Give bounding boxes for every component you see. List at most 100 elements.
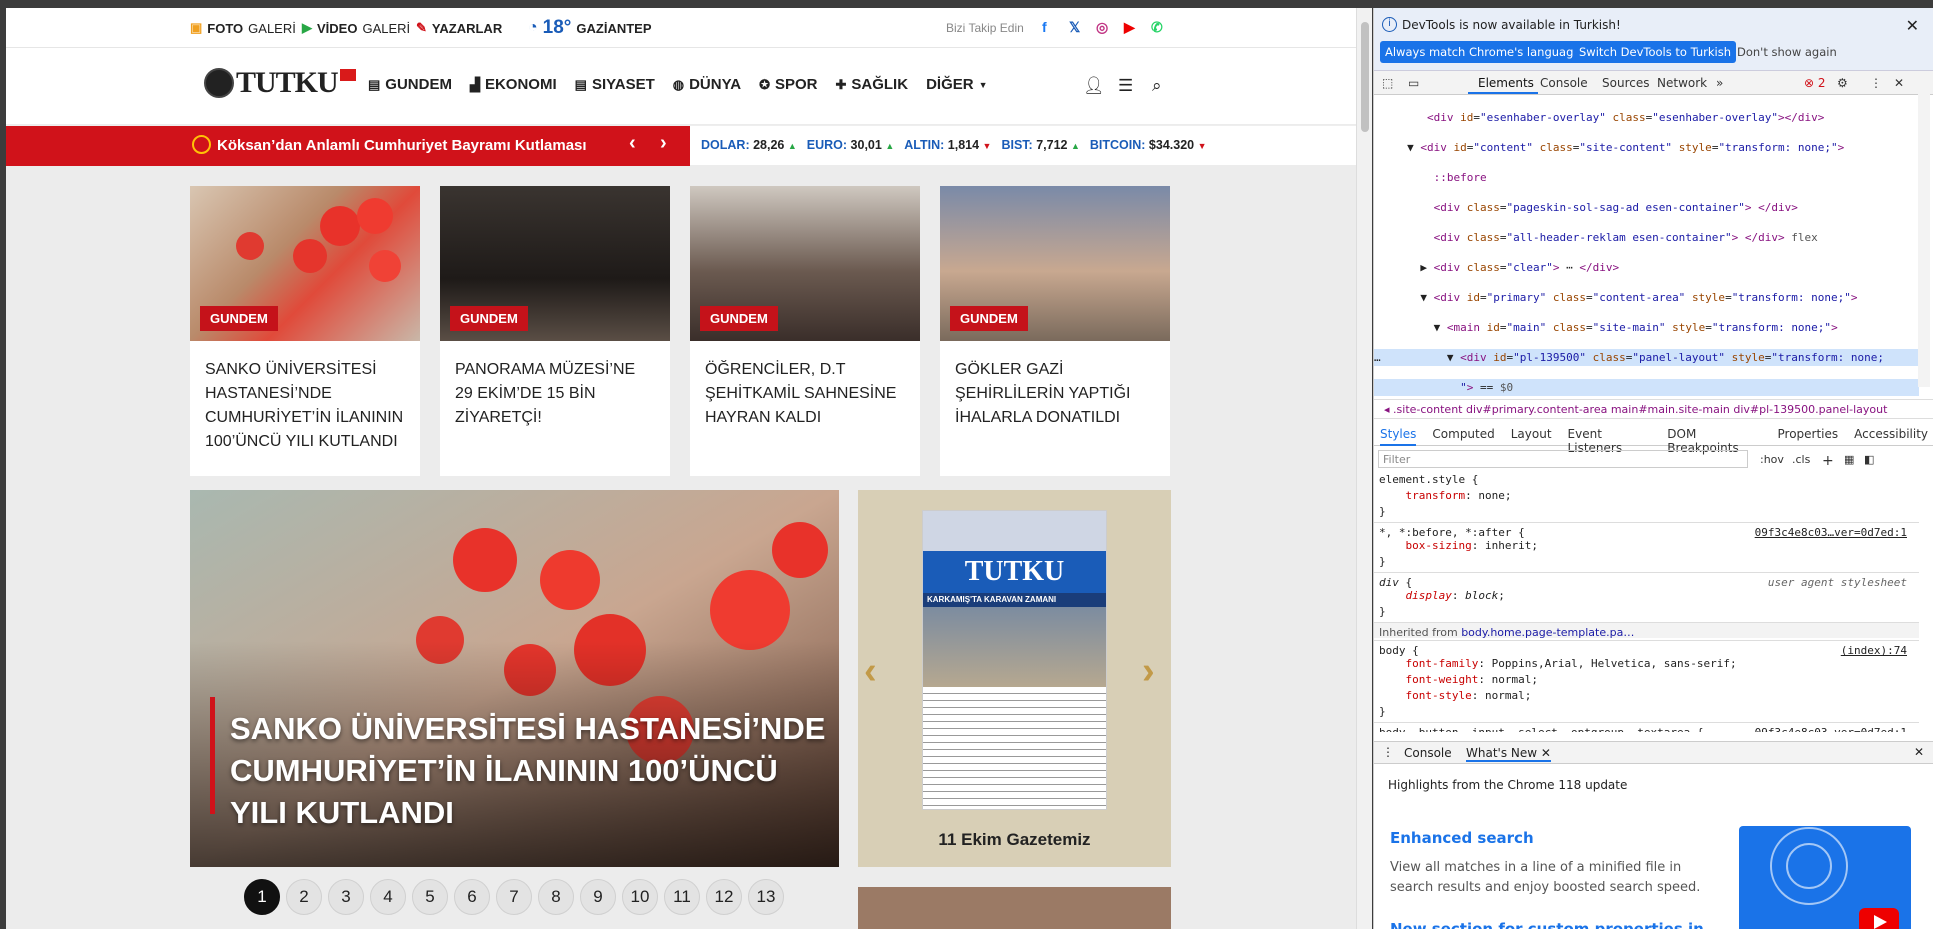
close-devtools-icon[interactable]: ✕ (1894, 76, 1904, 90)
category-tag[interactable]: GUNDEM (200, 306, 278, 331)
news-card[interactable]: GUNDEM GÖKLER GAZİ ŞEHİRLİLERİN YAPTIĞI … (940, 186, 1170, 476)
category-tag[interactable]: GUNDEM (450, 306, 528, 331)
crumb[interactable]: main#main.site-main (1611, 403, 1730, 416)
dom-line[interactable]: ▼ <main id="main" class="site-main" styl… (1374, 319, 1919, 336)
hero-title[interactable]: SANKO ÜNİVERSİTESİ HASTANESİ’NDE CUMHURİ… (230, 708, 830, 834)
newspaper-cover[interactable]: TUTKU KARKAMIŞ'TA KARAVAN ZAMANI (922, 510, 1107, 810)
video-gallery-link[interactable]: ▶ VİDEO GALERİ (302, 20, 410, 36)
page-button[interactable]: 6 (454, 879, 490, 915)
tab-dom-breakpoints[interactable]: DOM Breakpoints (1667, 427, 1761, 455)
crumb[interactable]: .site-content (1393, 403, 1462, 416)
settings-icon[interactable]: ⚙ (1837, 76, 1848, 90)
paint-icon[interactable]: ▦ (1844, 453, 1854, 466)
hero-slider[interactable]: SANKO ÜNİVERSİTESİ HASTANESİ’NDE CUMHURİ… (190, 490, 839, 867)
news-card-title[interactable]: ÖĞRENCİLER, D.T ŞEHİTKAMİL SAHNESİNE HAY… (690, 341, 920, 430)
whatsapp-icon[interactable]: ✆ (1151, 19, 1163, 36)
authors-link[interactable]: ✎ YAZARLAR (416, 20, 502, 36)
close-drawer-icon[interactable]: ✕ (1914, 745, 1924, 759)
weather-widget[interactable]: ◔ 18° GAZİANTEP (528, 17, 652, 39)
page-button[interactable]: 5 (412, 879, 448, 915)
inspect-icon[interactable]: ⬚ (1382, 76, 1393, 90)
page-button[interactable]: 1 (244, 879, 280, 915)
tab-accessibility[interactable]: Accessibility (1854, 427, 1928, 441)
next-widget-image[interactable] (858, 887, 1171, 929)
feature-thumbnail[interactable] (1739, 826, 1911, 929)
news-card[interactable]: GUNDEM SANKO ÜNİVERSİTESİ HASTANESİ’NDE … (190, 186, 420, 476)
tab-styles[interactable]: Styles (1380, 427, 1417, 446)
instagram-icon[interactable]: ◎ (1096, 19, 1108, 36)
ticker-next-icon[interactable]: › (660, 132, 667, 155)
newspaper-next-icon[interactable]: › (1142, 650, 1155, 693)
tab-layout[interactable]: Layout (1511, 427, 1552, 441)
page-button[interactable]: 4 (370, 879, 406, 915)
dom-line[interactable]: <div class="pageskin-sol-sag-ad esen-con… (1374, 199, 1919, 216)
nav-ekonomi[interactable]: ▟ EKONOMI (470, 76, 557, 93)
switch-language-button[interactable]: Switch DevTools to Turkish (1574, 41, 1737, 63)
crumb[interactable]: div#pl-139500.panel-layout (1733, 403, 1887, 416)
page-button[interactable]: 3 (328, 879, 364, 915)
nav-diger[interactable]: DİĞER ▼ (926, 76, 987, 93)
news-card-title[interactable]: SANKO ÜNİVERSİTESİ HASTANESİ’NDE CUMHURİ… (190, 341, 420, 454)
nav-saglik[interactable]: ✚ SAĞLIK (835, 76, 908, 93)
page-button[interactable]: 8 (538, 879, 574, 915)
youtube-icon[interactable]: ▶ (1124, 19, 1135, 36)
crumb[interactable]: div#primary.content-area (1466, 403, 1607, 416)
match-language-button[interactable]: Always match Chrome's language (1380, 41, 1586, 63)
photo-gallery-link[interactable]: ▣ FOTO GALERİ (190, 20, 296, 36)
kebab-menu-icon[interactable]: ⋮ (1382, 745, 1394, 759)
tab-properties[interactable]: Properties (1778, 427, 1839, 441)
ticker-headline[interactable]: Köksan’dan Anlamlı Cumhuriyet Bayramı Ku… (217, 137, 587, 154)
next-feature-title[interactable]: New section for custom properties in (1390, 920, 1704, 929)
nav-gundem[interactable]: ▤ GUNDEM (368, 76, 452, 93)
dont-show-button[interactable]: Don't show again (1732, 41, 1842, 63)
site-logo[interactable]: TUTKU (204, 66, 356, 100)
css-source-link[interactable]: 09f3c4e8c03…ver=0d7ed:1 (1755, 525, 1907, 541)
menu-icon[interactable]: ☰ (1118, 76, 1133, 96)
dom-line[interactable]: ▼ <div id="content" class="site-content"… (1374, 139, 1919, 156)
error-badge[interactable]: ⊗ 2 (1804, 76, 1826, 90)
page-button[interactable]: 7 (496, 879, 532, 915)
category-tag[interactable]: GUNDEM (950, 306, 1028, 331)
dom-line[interactable]: ::before (1374, 169, 1919, 186)
search-icon[interactable]: ⌕ (1152, 76, 1162, 96)
device-toggle-icon[interactable]: ▭ (1408, 76, 1419, 90)
tab-console[interactable]: Console (1540, 76, 1588, 90)
dom-line[interactable]: ▶ <div class="clear"> ⋯ </div> (1374, 259, 1919, 276)
page-button[interactable]: 9 (580, 879, 616, 915)
dom-tree-scrollbar[interactable] (1918, 87, 1930, 387)
x-twitter-icon[interactable]: 𝕏 (1069, 19, 1080, 36)
tab-computed[interactable]: Computed (1432, 427, 1494, 441)
more-tabs-icon[interactable]: » (1716, 76, 1723, 90)
tab-sources[interactable]: Sources (1602, 76, 1649, 90)
scrollbar-thumb[interactable] (1361, 22, 1369, 132)
page-button[interactable]: 12 (706, 879, 742, 915)
news-card-title[interactable]: GÖKLER GAZİ ŞEHİRLİLERİN YAPTIĞI İHALARL… (940, 341, 1170, 430)
page-button[interactable]: 2 (286, 879, 322, 915)
category-tag[interactable]: GUNDEM (700, 306, 778, 331)
newspaper-prev-icon[interactable]: ‹ (864, 650, 877, 693)
nav-siyaset[interactable]: ▤ SIYASET (575, 76, 655, 93)
page-button[interactable]: 10 (622, 879, 658, 915)
dom-line[interactable]: ▼ <div id="primary" class="content-area"… (1374, 289, 1919, 306)
dom-line[interactable]: <div class="all-header-reklam esen-conta… (1374, 229, 1919, 246)
ticker-prev-icon[interactable]: ‹ (629, 132, 636, 155)
styles-pane[interactable]: element.style { transform: none; } *, *:… (1374, 472, 1919, 732)
dom-line[interactable]: <div id="esenhaber-overlay" class="esenh… (1374, 109, 1919, 126)
tab-network[interactable]: Network (1657, 76, 1707, 90)
news-card[interactable]: GUNDEM PANORAMA MÜZESİ’NE 29 EKİM’DE 15 … (440, 186, 670, 476)
facebook-icon[interactable]: f (1042, 19, 1047, 35)
dom-line-selected[interactable]: … ▼ <div id="pl-139500" class="panel-lay… (1374, 349, 1919, 366)
dom-line-selected[interactable]: "> == $0 (1374, 379, 1919, 396)
drawer-tab-console[interactable]: Console (1404, 746, 1452, 760)
styles-filter-input[interactable]: Filter (1378, 450, 1748, 468)
page-button[interactable]: 11 (664, 879, 700, 915)
page-button[interactable]: 13 (748, 879, 784, 915)
news-card[interactable]: GUNDEM ÖĞRENCİLER, D.T ŞEHİTKAMİL SAHNES… (690, 186, 920, 476)
user-icon[interactable]: 👤︎ (1083, 76, 1105, 96)
nav-dunya[interactable]: ◍ DÜNYA (673, 76, 741, 93)
feature-title[interactable]: Enhanced search (1390, 828, 1710, 848)
hov-button[interactable]: :hov (1760, 453, 1784, 466)
dom-tree[interactable]: <div id="esenhaber-overlay" class="esenh… (1374, 96, 1919, 396)
cls-button[interactable]: .cls (1792, 453, 1810, 466)
css-source-link[interactable]: (index):74 (1841, 643, 1907, 659)
